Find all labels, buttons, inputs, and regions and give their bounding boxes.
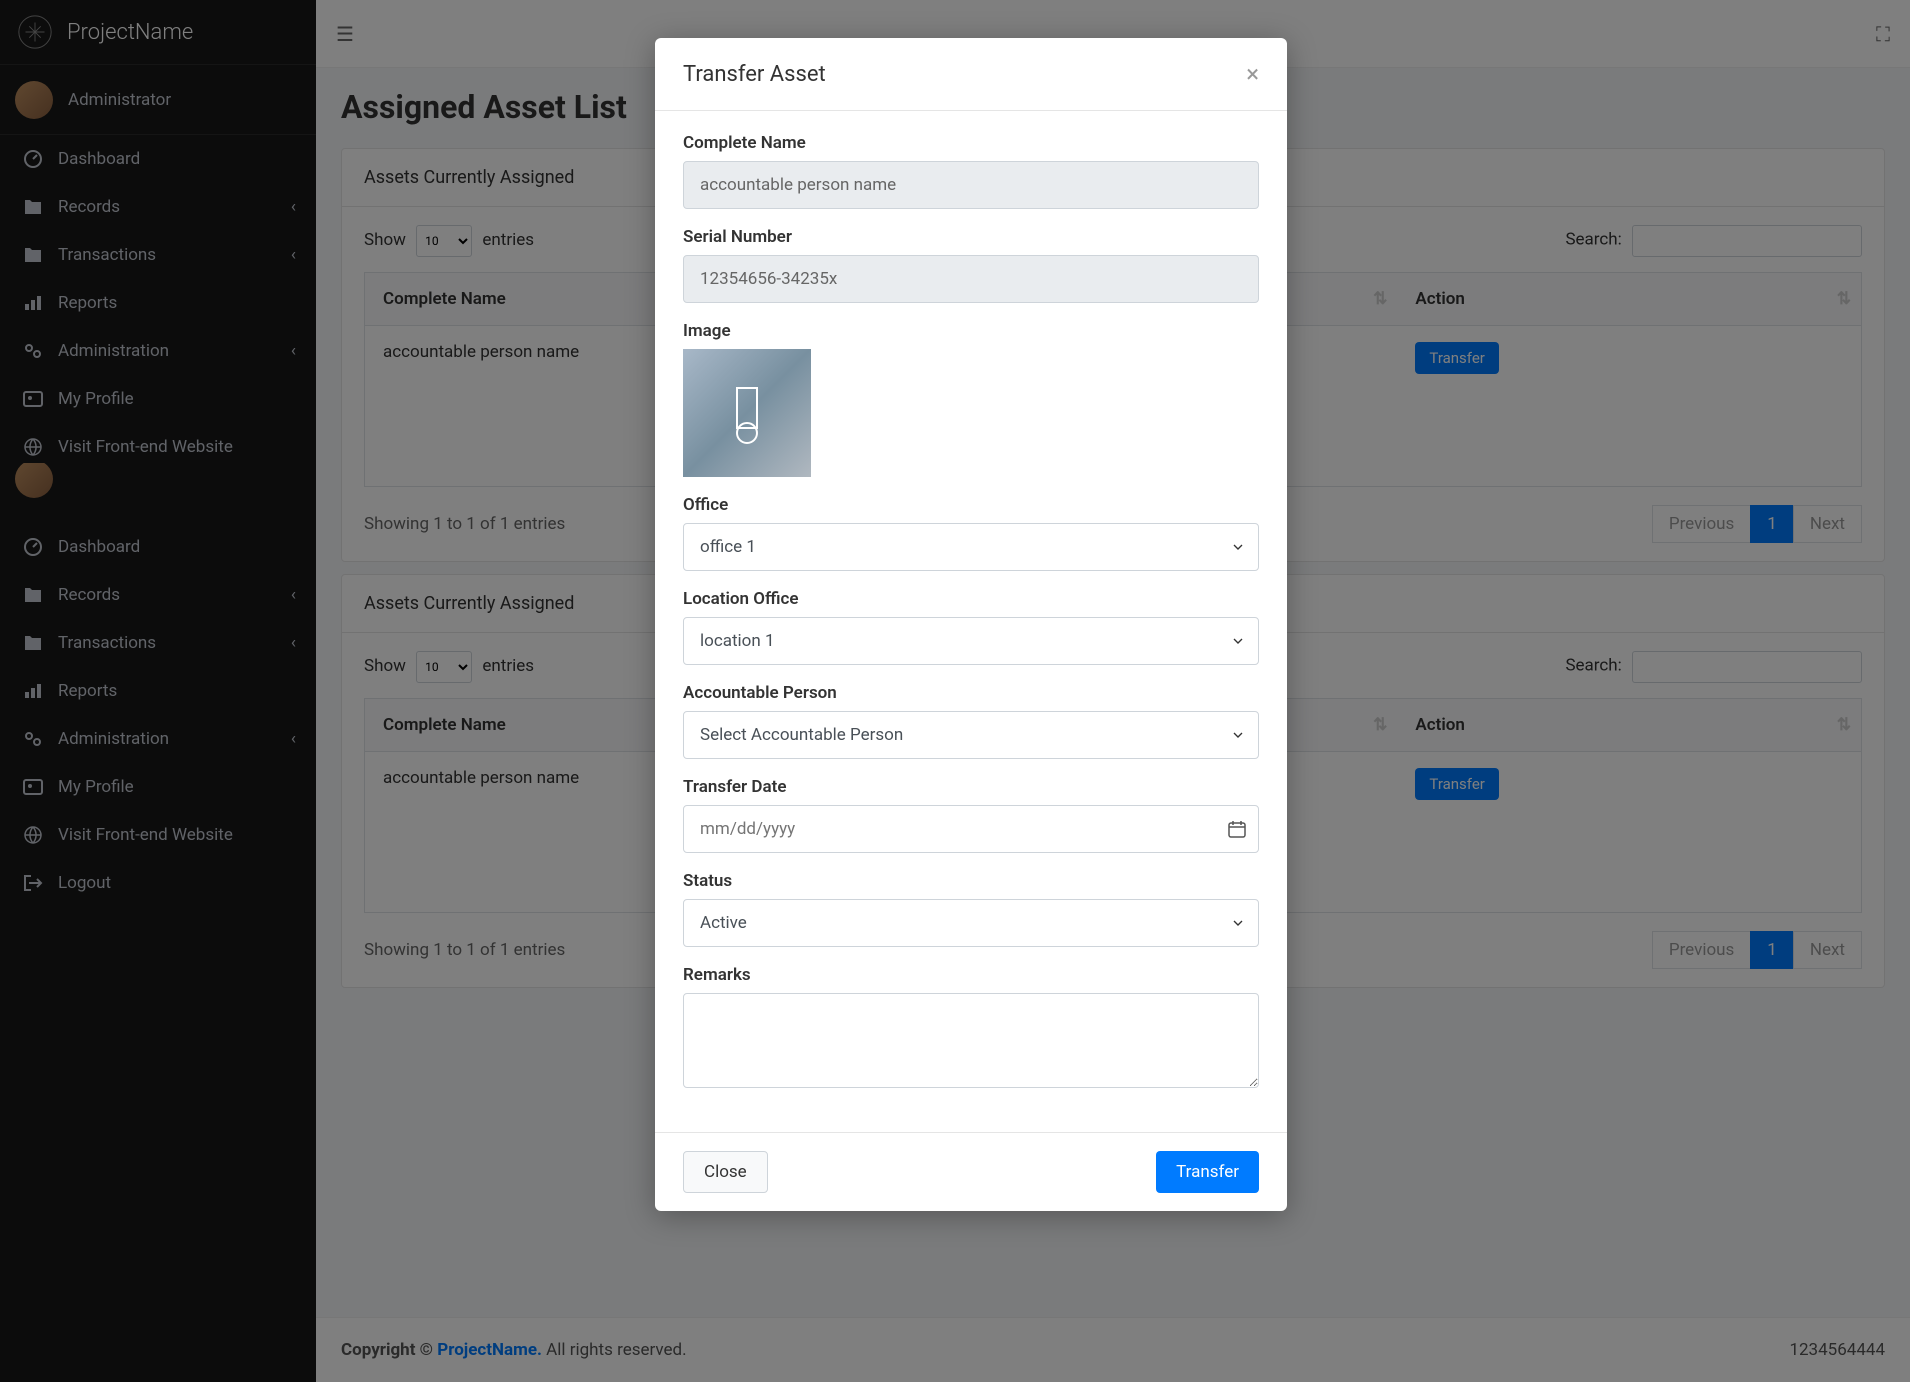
office-select[interactable]: office 1 — [683, 523, 1259, 571]
serial-label: Serial Number — [683, 227, 1259, 247]
image-label: Image — [683, 321, 1259, 341]
transfer-asset-modal: Transfer Asset × Complete Name Serial Nu… — [655, 38, 1287, 1211]
status-select[interactable]: Active — [683, 899, 1259, 947]
transfer-date-label: Transfer Date — [683, 777, 1259, 797]
remarks-label: Remarks — [683, 965, 1259, 985]
status-label: Status — [683, 871, 1259, 891]
accountable-select[interactable]: Select Accountable Person — [683, 711, 1259, 759]
serial-input — [683, 255, 1259, 303]
location-select[interactable]: location 1 — [683, 617, 1259, 665]
location-label: Location Office — [683, 589, 1259, 609]
complete-name-label: Complete Name — [683, 133, 1259, 153]
transfer-date-input[interactable] — [683, 805, 1259, 853]
remarks-textarea[interactable] — [683, 993, 1259, 1088]
close-button[interactable]: Close — [683, 1151, 768, 1193]
close-icon[interactable]: × — [1246, 60, 1259, 88]
calendar-icon[interactable] — [1227, 819, 1247, 843]
transfer-submit-button[interactable]: Transfer — [1156, 1151, 1259, 1193]
office-label: Office — [683, 495, 1259, 515]
accountable-label: Accountable Person — [683, 683, 1259, 703]
modal-title: Transfer Asset — [683, 62, 826, 87]
asset-image-preview — [683, 349, 811, 477]
complete-name-input — [683, 161, 1259, 209]
